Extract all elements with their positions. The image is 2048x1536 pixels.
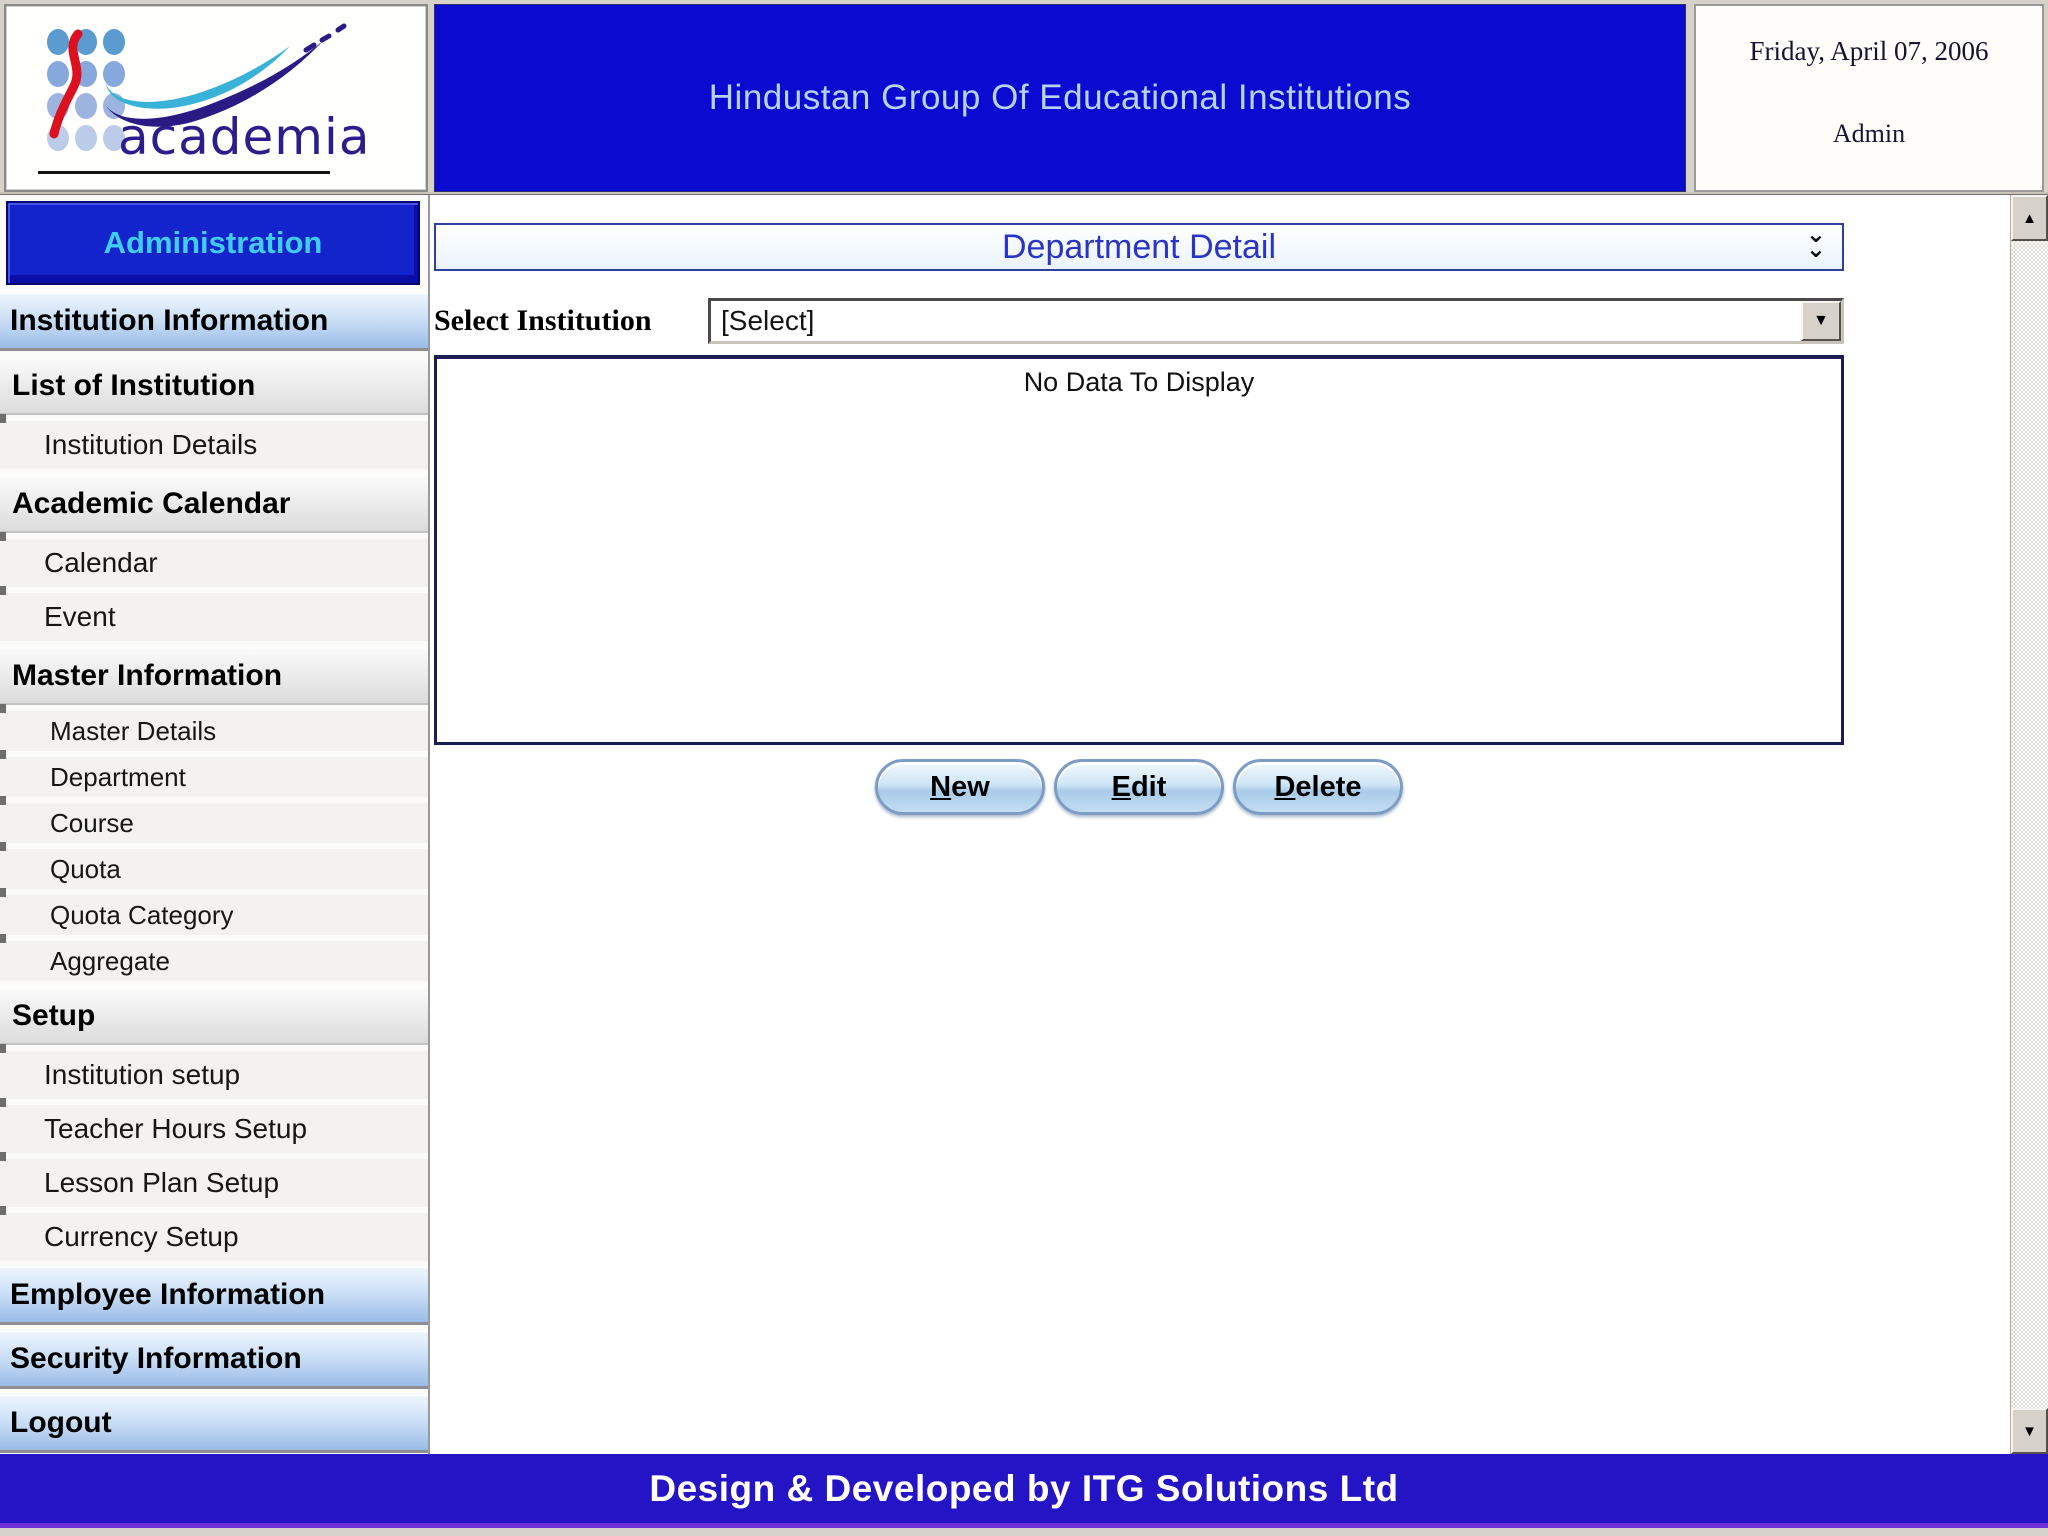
- sidebar: Administration Institution Information L…: [0, 195, 430, 1454]
- sidebar-item-label: Calendar: [44, 547, 158, 578]
- select-institution-row: Select Institution [Select] ▼: [434, 297, 1844, 345]
- sidebar-item-teacher-hours-setup[interactable]: Teacher Hours Setup: [0, 1098, 428, 1153]
- sidebar-item-quota-category[interactable]: Quota Category: [0, 888, 428, 935]
- delete-button[interactable]: Delete: [1233, 759, 1403, 815]
- sidebar-item-label: Setup: [12, 999, 96, 1032]
- app-title-bar: Hindustan Group Of Educational Instituti…: [434, 4, 1686, 192]
- delete-button-label: Delete: [1274, 770, 1362, 803]
- sidebar-item-label: List of Institution: [12, 369, 256, 402]
- sidebar-item-quota[interactable]: Quota: [0, 842, 428, 889]
- logo-panel: academia: [4, 4, 428, 192]
- app-title: Hindustan Group Of Educational Instituti…: [708, 78, 1412, 117]
- scroll-down-button[interactable]: ▼: [2011, 1408, 2048, 1454]
- current-date: Friday, April 07, 2006: [1749, 36, 1989, 66]
- sidebar-item-setup[interactable]: Setup: [0, 989, 428, 1045]
- sidebar-item-course[interactable]: Course: [0, 796, 428, 843]
- scroll-up-icon: ▲: [2022, 209, 2037, 227]
- sidebar-item-label: Institution Information: [10, 304, 329, 337]
- sidebar-item-aggregate[interactable]: Aggregate: [0, 934, 428, 981]
- sidebar-title-administration[interactable]: Administration: [6, 201, 420, 285]
- sidebar-item-label: Currency Setup: [44, 1221, 239, 1252]
- sidebar-item-label: Course: [50, 807, 134, 838]
- sidebar-item-label: Quota Category: [50, 899, 234, 930]
- sidebar-item-label: Teacher Hours Setup: [44, 1113, 308, 1144]
- sidebar-item-currency-setup[interactable]: Currency Setup: [0, 1206, 428, 1261]
- sidebar-item-security-information[interactable]: Security Information: [0, 1331, 428, 1389]
- sidebar-item-label: Master Details: [50, 715, 217, 746]
- sidebar-item-label: Institution setup: [44, 1059, 241, 1090]
- sidebar-item-master-details[interactable]: Master Details: [0, 704, 428, 751]
- content-area: Department Detail ⌄ ⌄ Select Institution…: [430, 195, 2010, 1454]
- edit-button-label: Edit: [1111, 770, 1167, 803]
- sidebar-item-label: Security Information: [10, 1342, 302, 1375]
- department-data-panel: No Data To Display: [434, 355, 1844, 745]
- logged-in-user: Admin: [1832, 119, 1906, 148]
- scroll-down-icon: ▼: [2022, 1422, 2037, 1440]
- institution-dropdown-value: [Select]: [721, 305, 815, 336]
- footer-credit: Design & Developed by ITG Solutions Ltd: [649, 1467, 1399, 1509]
- select-institution-label: Select Institution: [434, 304, 652, 337]
- page-title: Department Detail: [1001, 227, 1276, 266]
- sidebar-item-label: Aggregate: [50, 945, 170, 976]
- logo-underline: [38, 171, 330, 174]
- page: academia Hindustan Group Of Educational …: [0, 0, 2048, 1536]
- scrollbar-track[interactable]: [2011, 241, 2048, 1408]
- sidebar-item-lesson-plan-setup[interactable]: Lesson Plan Setup: [0, 1152, 428, 1207]
- collapse-chevron-icon[interactable]: ⌄ ⌄: [1805, 223, 1826, 263]
- sidebar-item-label: Event: [44, 601, 116, 632]
- footer: Design & Developed by ITG Solutions Ltd: [0, 1454, 2048, 1528]
- empty-message: No Data To Display: [1023, 367, 1255, 397]
- sidebar-item-label: Logout: [10, 1406, 112, 1439]
- sidebar-item-label: Department: [50, 761, 186, 792]
- sidebar-item-master-information[interactable]: Master Information: [0, 649, 428, 705]
- sidebar-item-calendar[interactable]: Calendar: [0, 532, 428, 587]
- date-panel: Friday, April 07, 2006 Admin: [1694, 4, 2044, 192]
- sidebar-item-label: Institution Details: [44, 429, 258, 460]
- scroll-up-button[interactable]: ▲: [2011, 195, 2048, 241]
- sidebar-item-institution-information[interactable]: Institution Information: [0, 293, 428, 351]
- new-button-label: New: [930, 770, 990, 803]
- dropdown-arrow-icon: ▼: [1813, 312, 1829, 329]
- bottom-strip: [0, 1528, 2048, 1536]
- action-buttons-row: New Edit Delete: [434, 759, 1844, 815]
- sidebar-item-event[interactable]: Event: [0, 586, 428, 641]
- edit-button[interactable]: Edit: [1054, 759, 1224, 815]
- sidebar-item-label: Academic Calendar: [12, 487, 291, 520]
- sidebar-item-employee-information[interactable]: Employee Information: [0, 1267, 428, 1325]
- sidebar-title-label: Administration: [103, 225, 323, 260]
- dropdown-arrow-button[interactable]: ▼: [1801, 301, 1841, 341]
- sidebar-item-label: Lesson Plan Setup: [44, 1167, 280, 1198]
- sidebar-item-institution-details[interactable]: Institution Details: [0, 414, 428, 469]
- header: academia Hindustan Group Of Educational …: [0, 0, 2048, 192]
- sidebar-item-institution-setup[interactable]: Institution setup: [0, 1044, 428, 1099]
- sidebar-item-department[interactable]: Department: [0, 750, 428, 797]
- new-button[interactable]: New: [875, 759, 1045, 815]
- sidebar-item-list-of-institution[interactable]: List of Institution: [0, 359, 428, 415]
- sidebar-item-academic-calendar[interactable]: Academic Calendar: [0, 477, 428, 533]
- sidebar-item-label: Master Information: [12, 659, 283, 692]
- department-detail-header: Department Detail ⌄ ⌄: [434, 223, 1844, 271]
- sidebar-item-label: Employee Information: [10, 1278, 326, 1311]
- sidebar-item-label: Quota: [50, 853, 121, 884]
- academia-logo-icon: academia: [47, 23, 371, 166]
- logo-brand-text: academia: [118, 108, 371, 166]
- sidebar-item-logout[interactable]: Logout: [0, 1395, 428, 1453]
- vertical-scrollbar[interactable]: ▲ ▼: [2010, 195, 2048, 1454]
- chevron-down-icon: ⌄: [1805, 236, 1826, 263]
- institution-dropdown[interactable]: [Select] ▼: [708, 298, 1844, 344]
- main-row: Administration Institution Information L…: [0, 192, 2048, 1454]
